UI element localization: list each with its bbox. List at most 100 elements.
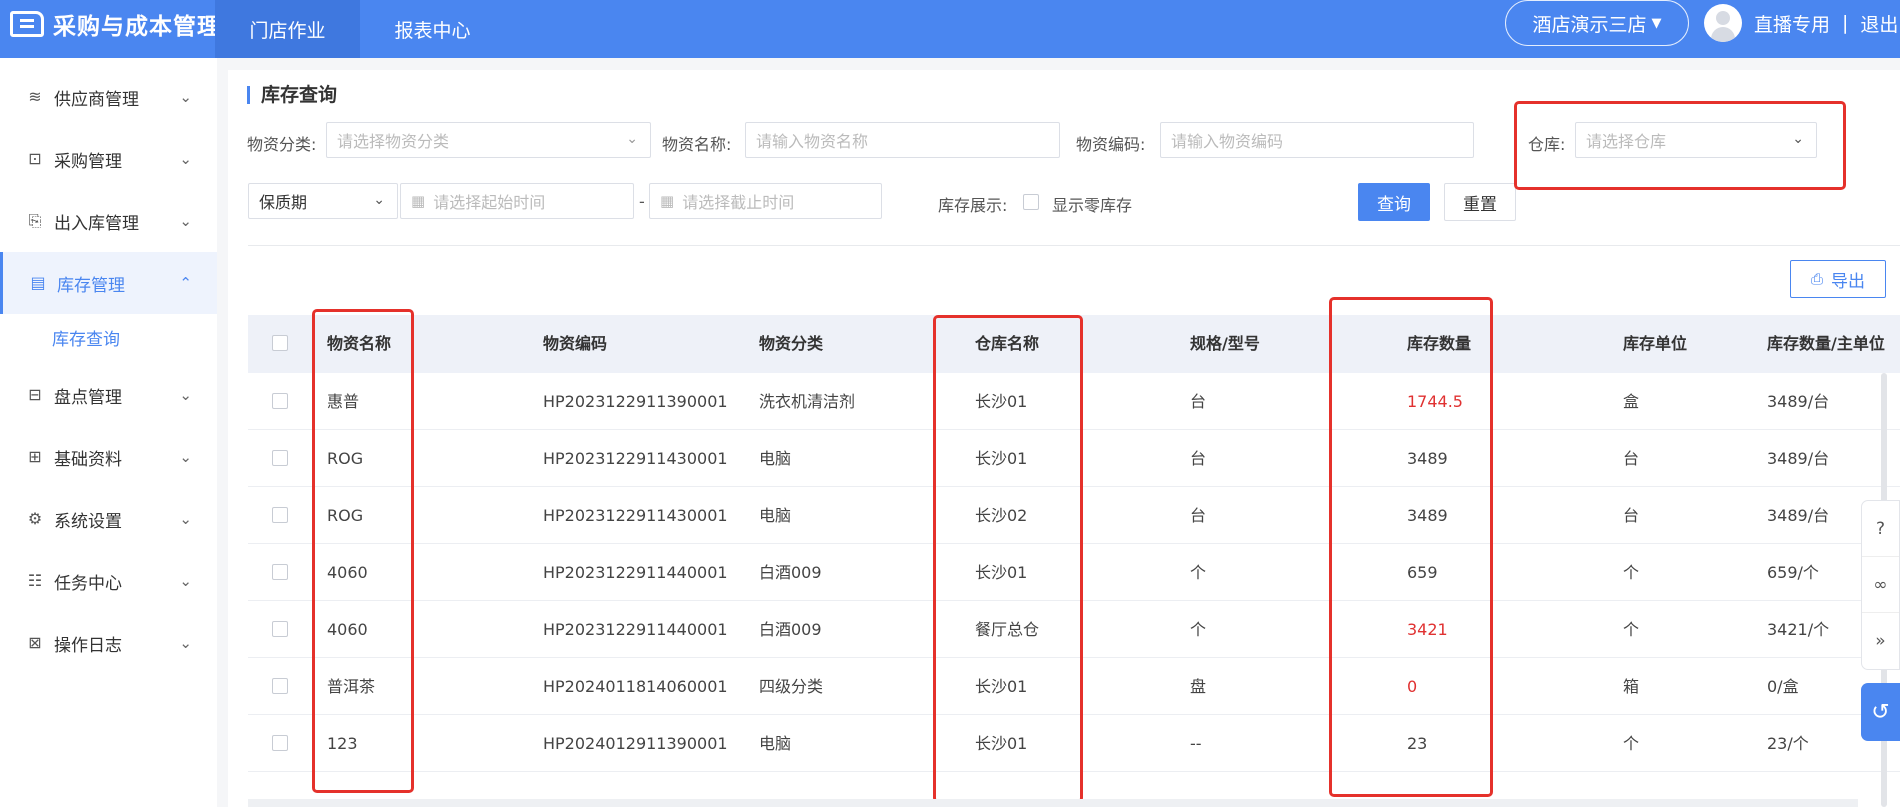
chevron-down-icon: ⌄ xyxy=(373,192,385,208)
app-logo[interactable]: 采购与成本管理 xyxy=(10,0,221,48)
column-header[interactable]: 库存单位 xyxy=(1623,315,1687,373)
sidebar-item-task-center[interactable]: ☷ 任务中心 ⌄ xyxy=(0,550,217,612)
cell-main-unit: 3489/台 xyxy=(1767,392,1830,411)
row-checkbox[interactable] xyxy=(272,678,288,694)
column-header[interactable]: 物资编码 xyxy=(543,315,607,373)
cell-category: 电脑 xyxy=(759,449,792,468)
table-row[interactable]: ROG HP2023122911430001 电脑 长沙01 台 3489 台 3489/台 xyxy=(248,430,1900,487)
table-row[interactable]: 4060 HP2023122911440001 白酒009 餐厅总仓 个 3421 个 342… xyxy=(248,601,1900,658)
sidebar-item-inout[interactable]: ⎘ 出入库管理 ⌄ xyxy=(0,190,217,252)
tab-report-center[interactable]: 报表中心 xyxy=(360,0,505,58)
date-type-select[interactable]: 保质期 ⌄ xyxy=(248,183,398,219)
cell-warehouse: 长沙01 xyxy=(975,734,1028,753)
divider xyxy=(248,245,1900,246)
log-icon: ⊠ xyxy=(28,633,42,652)
sidebar-item-label: 操作日志 xyxy=(54,635,122,656)
column-header[interactable]: 库存数量/主单位 xyxy=(1767,315,1885,373)
cell-main-unit: 0/盒 xyxy=(1767,677,1799,696)
supplier-icon: ≋ xyxy=(28,87,42,106)
name-input[interactable]: 请输入物资名称 xyxy=(745,122,1060,158)
store-selector[interactable]: 酒店演示三店 ▼ xyxy=(1505,0,1689,46)
sidebar-item-operation-log[interactable]: ⊠ 操作日志 ⌄ xyxy=(0,612,217,674)
tab-store-operations[interactable]: 门店作业 xyxy=(215,0,360,58)
reset-button[interactable]: 重置 xyxy=(1444,183,1516,221)
table-row[interactable]: 123 HP2024012911390001 电脑 长沙01 -- 23 个 23/个 xyxy=(248,715,1900,772)
cell-main-unit: 23/个 xyxy=(1767,734,1809,753)
sidebar-item-basic-data[interactable]: ⊞ 基础资料 ⌄ xyxy=(0,426,217,488)
table-row[interactable]: ROG HP2023122911430001 电脑 长沙02 台 3489 台 3489/台 xyxy=(248,487,1900,544)
code-label: 物资编码: xyxy=(1076,135,1146,154)
table-row[interactable]: 惠普 HP2023122911390001 洗衣机清洁剂 长沙01 台 1744.5 盒 34… xyxy=(248,373,1900,430)
category-select[interactable]: 请选择物资分类 ⌄ xyxy=(326,122,651,158)
cell-unit: 个 xyxy=(1623,563,1640,582)
cell-code: HP2023122911440001 xyxy=(543,620,728,639)
cell-category: 白酒009 xyxy=(759,620,822,639)
user-name[interactable]: 直播专用 xyxy=(1754,10,1830,37)
warehouse-select[interactable]: 请选择仓库 ⌄ xyxy=(1575,122,1817,158)
row-checkbox[interactable] xyxy=(272,507,288,523)
export-icon: ⎙ xyxy=(1810,270,1823,288)
row-checkbox[interactable] xyxy=(272,621,288,637)
select-all-checkbox[interactable] xyxy=(272,335,288,351)
link-icon[interactable]: ∞ xyxy=(1862,557,1899,613)
separator: | xyxy=(1842,12,1849,34)
settings-icon: ⚙ xyxy=(27,509,43,528)
sidebar-item-label: 库存管理 xyxy=(57,275,125,296)
column-header[interactable]: 物资名称 xyxy=(327,315,391,373)
cell-category: 电脑 xyxy=(759,506,792,525)
column-header[interactable]: 仓库名称 xyxy=(975,315,1039,373)
cell-spec: 个 xyxy=(1190,620,1207,639)
top-tabs: 门店作业 报表中心 xyxy=(215,0,505,58)
export-button[interactable]: ⎙ 导出 xyxy=(1790,260,1886,298)
query-button[interactable]: 查询 xyxy=(1358,183,1430,221)
sidebar-item-label: 任务中心 xyxy=(54,573,122,594)
cell-unit: 盒 xyxy=(1623,392,1640,411)
sidebar-item-label: 出入库管理 xyxy=(54,213,139,234)
cell-main-unit: 3489/台 xyxy=(1767,449,1830,468)
cell-warehouse: 长沙01 xyxy=(975,392,1028,411)
double-chevron-right-icon[interactable]: » xyxy=(1862,613,1899,669)
avatar[interactable] xyxy=(1704,4,1742,42)
row-checkbox[interactable] xyxy=(272,393,288,409)
show-zero-checkbox[interactable] xyxy=(1023,194,1039,210)
end-date-placeholder: 请选择截止时间 xyxy=(682,193,795,212)
table-row[interactable]: 4060 HP2023122911440001 白酒009 长沙01 个 659 个 659/… xyxy=(248,544,1900,601)
purchase-icon: ⊡ xyxy=(28,149,42,168)
cell-code: HP2023122911440001 xyxy=(543,563,728,582)
sidebar-subitem-inventory-query[interactable]: 库存查询 xyxy=(52,325,120,350)
column-header[interactable]: 库存数量 xyxy=(1407,315,1471,373)
start-date-input[interactable]: ▦ 请选择起始时间 xyxy=(400,183,634,219)
sidebar-item-settings[interactable]: ⚙ 系统设置 ⌄ xyxy=(0,488,217,550)
sidebar-item-stocktake[interactable]: ⊟ 盘点管理 ⌄ xyxy=(0,364,217,426)
horizontal-scrollbar[interactable] xyxy=(248,799,1858,807)
help-circle-icon[interactable]: ? xyxy=(1862,501,1899,557)
row-checkbox[interactable] xyxy=(272,564,288,580)
logout-link[interactable]: 退出 xyxy=(1860,10,1898,37)
cell-unit: 箱 xyxy=(1623,677,1640,696)
row-checkbox[interactable] xyxy=(272,735,288,751)
cell-main-unit: 3489/台 xyxy=(1767,506,1830,525)
name-placeholder: 请输入物资名称 xyxy=(756,132,869,151)
code-input[interactable]: 请输入物资编码 xyxy=(1160,122,1474,158)
chevron-down-icon: ⌄ xyxy=(179,448,192,466)
row-checkbox[interactable] xyxy=(272,450,288,466)
start-date-placeholder: 请选择起始时间 xyxy=(433,193,546,212)
table-row[interactable]: 普洱茶 HP2024011814060001 四级分类 长沙01 盘 0 箱 0/盒 xyxy=(248,658,1900,715)
cell-code: HP2023122911430001 xyxy=(543,506,728,525)
cell-warehouse: 长沙01 xyxy=(975,563,1028,582)
cell-warehouse: 长沙02 xyxy=(975,506,1028,525)
cell-category: 白酒009 xyxy=(759,563,822,582)
cell-spec: 台 xyxy=(1190,506,1207,525)
end-date-input[interactable]: ▦ 请选择截止时间 xyxy=(649,183,882,219)
sidebar-item-inventory[interactable]: ▤ 库存管理 ⌃ xyxy=(0,252,217,314)
sidebar-item-supplier[interactable]: ≋ 供应商管理 ⌄ xyxy=(0,66,217,128)
chevron-down-icon: ⌄ xyxy=(179,510,192,528)
chevron-down-icon: ⌄ xyxy=(179,88,192,106)
sidebar-item-purchase[interactable]: ⊡ 采购管理 ⌄ xyxy=(0,128,217,190)
column-header[interactable]: 规格/型号 xyxy=(1190,315,1260,373)
sidebar-item-label: 采购管理 xyxy=(54,151,122,172)
cell-quantity: 3489 xyxy=(1407,449,1448,468)
column-header[interactable]: 物资分类 xyxy=(759,315,823,373)
customer-service-icon[interactable]: ↺ xyxy=(1861,683,1900,741)
chevron-down-icon: ⌄ xyxy=(179,572,192,590)
